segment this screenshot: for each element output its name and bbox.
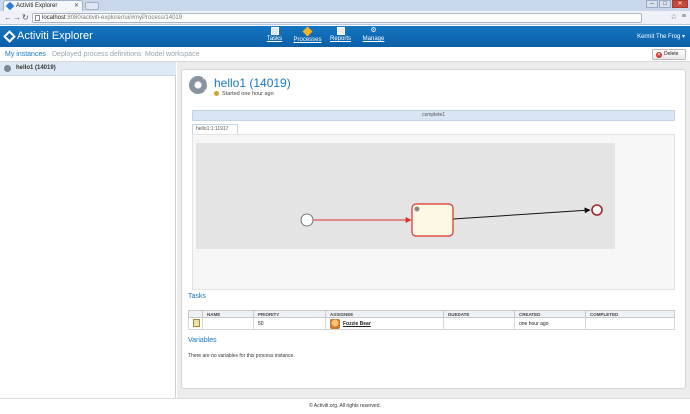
page-icon — [35, 15, 40, 21]
column-header[interactable]: PRIORITY — [253, 310, 326, 318]
table-row[interactable]: 50 Fozzie Bear one hour ago — [188, 317, 675, 330]
reports-icon — [336, 27, 345, 35]
task-icon — [193, 318, 200, 327]
processes-icon — [302, 26, 313, 37]
clock-icon — [214, 91, 219, 96]
url-input[interactable]: localhost:8080/activiti-explorer/ui/#myP… — [32, 13, 642, 23]
column-header[interactable]: CREATED — [514, 310, 586, 318]
task-type-cell — [188, 317, 203, 330]
process-gear-icon — [4, 65, 11, 72]
list-item[interactable]: hello1 (14019) — [0, 62, 176, 76]
process-gear-icon — [189, 76, 207, 94]
nav-tasks[interactable]: Tasks — [258, 26, 291, 47]
activiti-logo: Activiti Explorer — [3, 29, 93, 43]
column-header — [188, 310, 203, 318]
no-variables-text: There are no variables for this process … — [188, 353, 295, 359]
nav-manage-label: Manage — [362, 36, 385, 42]
task-name-cell[interactable] — [202, 317, 254, 330]
delete-icon: ✕ — [656, 52, 662, 58]
user-task-icon — [414, 206, 420, 212]
activiti-favicon-icon — [5, 1, 15, 11]
nav-processes-label: Processes — [293, 37, 322, 43]
task-duedate-cell — [443, 317, 515, 330]
tasks-table: NAME PRIORITY ASSIGNEE DUEDATE CREATED C… — [188, 310, 675, 330]
browser-tab-strip: Activiti Explorer ✕ – □ ✕ — [0, 0, 690, 11]
task-priority-cell: 50 — [253, 317, 326, 330]
footer: © Activiti.org. All rights reserved. — [0, 398, 690, 414]
nav-tasks-label: Tasks — [266, 36, 283, 42]
instance-list: hello1 (14019) — [0, 62, 176, 398]
close-tab-icon[interactable]: ✕ — [74, 1, 79, 11]
avatar — [330, 318, 340, 329]
browser-toolbar-right: ☆ ≡ — [671, 13, 686, 21]
main-nav: Tasks Processes Reports ⚙ Manage — [258, 26, 390, 47]
table-header-row: NAME PRIORITY ASSIGNEE DUEDATE CREATED C… — [188, 310, 675, 318]
diagram-tab[interactable]: hello1:1:11917 — [192, 124, 238, 134]
sub-nav: My instances Deployed process definition… — [0, 47, 690, 62]
variables-section-title: Variables — [188, 337, 217, 344]
activiti-logo-icon — [3, 29, 16, 43]
app-header: Activiti Explorer Tasks Processes Report… — [0, 26, 690, 47]
new-tab-button[interactable] — [85, 2, 99, 10]
url-path: :8080/activiti-explorer/ui/#myProcess/14… — [65, 15, 183, 21]
page-title: hello1 (14019) — [214, 76, 291, 90]
tab-model-workspace[interactable]: Model workspace — [145, 51, 199, 58]
task-created-cell: one hour ago — [514, 317, 586, 330]
minimize-icon[interactable]: – — [646, 0, 658, 8]
maximize-icon[interactable]: □ — [659, 0, 671, 8]
process-diagram — [300, 203, 603, 237]
browser-tab[interactable]: Activiti Explorer ✕ — [3, 0, 83, 11]
column-header[interactable]: ASSIGNEE — [325, 310, 444, 318]
reload-icon[interactable]: ↻ — [22, 13, 29, 23]
started-info: Started one hour ago — [214, 91, 274, 97]
back-arrow-icon[interactable]: ← — [4, 13, 12, 23]
task-completed-cell — [585, 317, 675, 330]
forward-arrow-icon[interactable]: → — [13, 13, 21, 23]
column-header[interactable]: COMPLETED — [585, 310, 675, 318]
url-host: localhost — [42, 15, 66, 21]
browser-menu-icon[interactable]: ≡ — [682, 13, 686, 21]
user-menu[interactable]: Kermit The Frog ▾ — [637, 33, 685, 40]
tasks-icon — [270, 27, 279, 35]
end-event — [591, 204, 603, 216]
window-controls: – □ ✕ — [646, 0, 688, 8]
sequence-flow-pending — [452, 207, 591, 220]
tab-deployed-process-definitions[interactable]: Deployed process definitions — [52, 51, 142, 58]
start-event — [300, 213, 314, 227]
delete-button-label: Delete — [664, 51, 679, 57]
column-header[interactable]: NAME — [202, 310, 254, 318]
tasks-section-title: Tasks — [188, 293, 206, 300]
nav-processes[interactable]: Processes — [291, 26, 324, 47]
logo-text: Activiti Explorer — [17, 30, 93, 42]
started-text: Started one hour ago — [222, 91, 274, 97]
manage-icon: ⚙ — [370, 27, 377, 34]
nav-manage[interactable]: ⚙ Manage — [357, 26, 390, 47]
browser-tab-title: Activiti Explorer — [16, 3, 58, 9]
diagram-header: complete1 — [192, 110, 675, 121]
instance-label: hello1 (14019) — [16, 65, 56, 71]
address-bar: ← → ↻ localhost:8080/activiti-explorer/u… — [0, 11, 690, 25]
window-close-icon[interactable]: ✕ — [672, 0, 688, 8]
task-assignee-cell: Fozzie Bear — [325, 317, 444, 330]
nav-reports-label: Reports — [329, 36, 351, 42]
nav-reports[interactable]: Reports — [324, 26, 357, 47]
assignee-link[interactable]: Fozzie Bear — [343, 321, 371, 327]
column-header[interactable]: DUEDATE — [443, 310, 515, 318]
delete-button[interactable]: ✕ Delete — [652, 49, 686, 60]
tab-my-instances[interactable]: My instances — [5, 51, 46, 58]
bookmark-star-icon[interactable]: ☆ — [671, 13, 677, 21]
